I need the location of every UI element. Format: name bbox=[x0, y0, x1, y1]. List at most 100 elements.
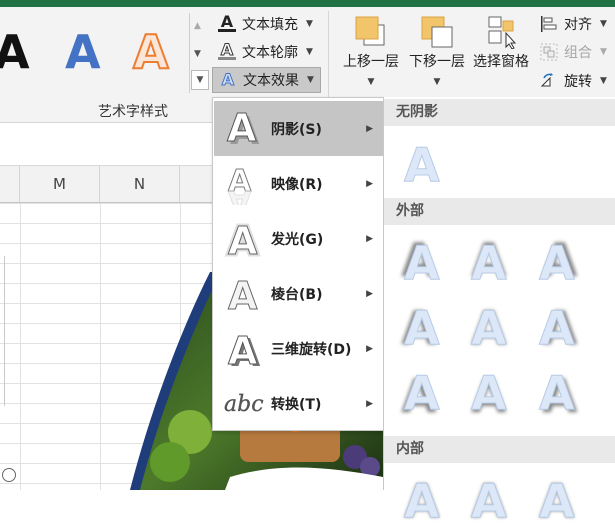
gallery-up-icon[interactable]: ▲ bbox=[194, 21, 201, 31]
gallery-down-icon[interactable]: ▼ bbox=[194, 49, 201, 59]
outer-shadow-swatch-5[interactable]: AA bbox=[459, 294, 519, 355]
menu-item-3d-rotation[interactable]: AA 三维旋转(D) ▶ bbox=[214, 321, 383, 376]
menu-item-transform[interactable]: abc 转换(T) ▶ bbox=[214, 376, 383, 431]
column-header-m[interactable]: M bbox=[20, 166, 100, 202]
wordart-style-orange-outline[interactable]: A bbox=[132, 28, 170, 76]
svg-text:A: A bbox=[404, 366, 440, 419]
svg-text:A: A bbox=[471, 366, 507, 419]
shadow-a-icon: AA bbox=[227, 106, 261, 150]
svg-text:A: A bbox=[471, 236, 507, 289]
text-effects-label: 文本效果 bbox=[243, 73, 299, 89]
chevron-right-icon: ▶ bbox=[366, 178, 373, 189]
menu-item-bevel[interactable]: A 棱台(B) ▶ bbox=[214, 266, 383, 321]
title-accent-bar bbox=[0, 0, 615, 7]
text-effects-button[interactable]: A 文本效果 ▼ bbox=[212, 67, 321, 93]
wordart-style-blue[interactable]: A bbox=[65, 29, 101, 75]
rotate-button[interactable]: 旋转 ▼ bbox=[540, 71, 607, 91]
chevron-down-icon: ▼ bbox=[306, 47, 313, 57]
chevron-right-icon: ▶ bbox=[366, 288, 373, 299]
outer-shadow-swatch-2[interactable]: AA bbox=[459, 229, 519, 289]
outer-shadow-swatch-7[interactable]: AA bbox=[392, 359, 452, 420]
menu-item-3d-rotation-label: 三维旋转(D) bbox=[271, 341, 352, 358]
send-backward-label: 下移一层 bbox=[409, 54, 465, 70]
selection-pane-button[interactable]: 选择窗格 bbox=[470, 13, 532, 71]
svg-text:A: A bbox=[539, 236, 575, 289]
column-header-n[interactable]: N bbox=[100, 166, 180, 202]
gallery-scroll: ▲ ▼ ▼ bbox=[189, 13, 209, 93]
outer-shadow-header: 外部 bbox=[384, 198, 615, 225]
send-backward-button[interactable]: 下移一层 ▼ bbox=[406, 13, 468, 87]
outer-shadow-swatch-8[interactable]: AA bbox=[459, 359, 519, 420]
text-effects-menu: AA 阴影(S) ▶ AA 映像(R) ▶ AA 发光(G) ▶ A 棱台(B)… bbox=[212, 97, 385, 431]
text-fill-button[interactable]: A 文本填充 ▼ bbox=[218, 14, 313, 34]
menu-item-shadow[interactable]: AA 阴影(S) ▶ bbox=[214, 101, 383, 156]
svg-text:A: A bbox=[227, 106, 257, 150]
svg-text:A: A bbox=[228, 329, 258, 370]
svg-text:A: A bbox=[471, 474, 507, 527]
column-header-partial[interactable] bbox=[0, 166, 20, 202]
no-shadow-header: 无阴影 bbox=[384, 99, 615, 126]
chevron-down-icon: ▼ bbox=[433, 77, 441, 87]
group-button[interactable]: 组合 ▼ bbox=[540, 42, 607, 62]
bring-forward-icon bbox=[355, 16, 385, 46]
chevron-down-icon: ▼ bbox=[600, 19, 607, 29]
selection-pane-label: 选择窗格 bbox=[473, 54, 529, 70]
wordart-gallery: A A A bbox=[0, 7, 210, 92]
chevron-right-icon: ▶ bbox=[366, 123, 373, 134]
inner-shadow-swatch-3[interactable]: AA bbox=[527, 467, 587, 527]
menu-item-shadow-label: 阴影(S) bbox=[271, 121, 322, 138]
svg-text:A: A bbox=[404, 138, 440, 191]
text-fill-label: 文本填充 bbox=[242, 17, 298, 33]
menu-item-bevel-label: 棱台(B) bbox=[271, 286, 323, 303]
svg-text:A: A bbox=[404, 236, 440, 289]
chevron-down-icon: ▼ bbox=[367, 77, 375, 87]
align-button[interactable]: 对齐 ▼ bbox=[540, 14, 607, 34]
menu-item-glow-label: 发光(G) bbox=[271, 231, 324, 248]
align-icon bbox=[541, 16, 557, 32]
svg-text:A: A bbox=[404, 301, 440, 354]
outer-shadow-swatch-6[interactable]: AA bbox=[527, 294, 587, 355]
text-fill-icon: A bbox=[218, 14, 236, 33]
selection-pane-icon bbox=[488, 16, 517, 49]
text-effects-icon: A bbox=[221, 70, 235, 89]
outer-shadow-swatch-3[interactable]: AA bbox=[527, 229, 587, 289]
group-icon bbox=[540, 43, 558, 61]
resize-handle-icon[interactable] bbox=[2, 468, 16, 482]
text-outline-icon: A bbox=[218, 41, 236, 61]
group-label: 组合 bbox=[564, 45, 592, 61]
chevron-down-icon: ▼ bbox=[306, 19, 313, 29]
svg-text:A: A bbox=[471, 301, 507, 354]
bring-forward-button[interactable]: 上移一层 ▼ bbox=[340, 13, 402, 87]
menu-item-glow[interactable]: AA 发光(G) ▶ bbox=[214, 211, 383, 266]
inner-shadow-swatch-2[interactable]: AA bbox=[459, 467, 519, 527]
menu-item-reflection-label: 映像(R) bbox=[271, 176, 323, 193]
rotate-label: 旋转 bbox=[564, 74, 592, 90]
chevron-down-icon: ▼ bbox=[600, 47, 607, 57]
3d-rotation-a-icon: AA bbox=[228, 329, 262, 371]
gallery-more-icon[interactable]: ▼ bbox=[191, 70, 209, 90]
wordart-styles-group-label: 艺术字样式 bbox=[98, 104, 168, 120]
svg-text:A: A bbox=[404, 474, 440, 527]
outer-shadow-swatch-1[interactable]: AA bbox=[392, 229, 452, 289]
shape-edge bbox=[0, 256, 5, 406]
svg-text:A: A bbox=[228, 183, 252, 205]
svg-text:A: A bbox=[228, 219, 258, 260]
align-label: 对齐 bbox=[564, 17, 592, 33]
rotate-icon bbox=[540, 73, 553, 87]
shadow-gallery: 无阴影 外部 内部 AAAAAAAAAAAAAAAAAAAAAAAAA bbox=[383, 97, 615, 527]
svg-text:abc: abc bbox=[224, 392, 264, 417]
menu-item-reflection[interactable]: AA 映像(R) ▶ bbox=[214, 156, 383, 211]
text-outline-button[interactable]: A 文本轮廓 ▼ bbox=[218, 41, 313, 62]
glow-a-icon: AA bbox=[226, 217, 261, 261]
chevron-down-icon: ▼ bbox=[307, 75, 314, 85]
svg-text:A: A bbox=[539, 301, 575, 354]
transform-abc-icon: abc bbox=[224, 392, 264, 417]
no-shadow-swatch[interactable]: A bbox=[392, 131, 452, 192]
bring-forward-label: 上移一层 bbox=[343, 54, 399, 70]
text-outline-label: 文本轮廓 bbox=[242, 45, 298, 61]
wordart-style-black[interactable]: A bbox=[0, 29, 30, 75]
outer-shadow-swatch-4[interactable]: AA bbox=[392, 294, 452, 355]
menu-item-transform-label: 转换(T) bbox=[271, 396, 322, 413]
inner-shadow-swatch-1[interactable]: AA bbox=[392, 467, 452, 527]
outer-shadow-swatch-9[interactable]: AA bbox=[527, 359, 587, 420]
